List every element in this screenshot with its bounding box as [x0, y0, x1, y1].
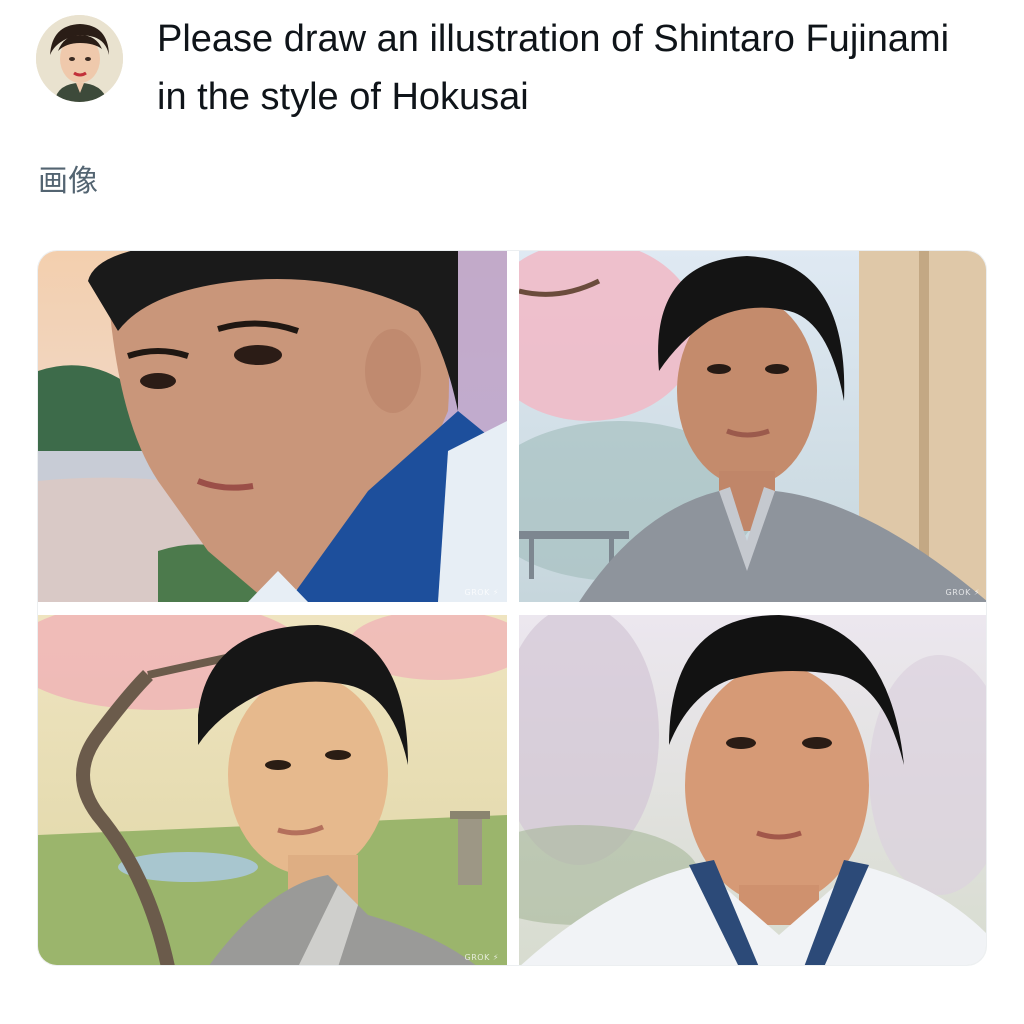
prompt-text: Please draw an illustration of Shintaro … [157, 18, 950, 118]
portrait-garden-image [38, 615, 507, 965]
watermark-label: GROK ⚡ [464, 588, 499, 597]
user-avatar[interactable] [36, 15, 123, 102]
generated-image-4[interactable] [519, 615, 986, 965]
post-container: Please draw an illustration of Shintaro … [0, 0, 1024, 1024]
section-label-images: 画像 [38, 164, 98, 199]
portrait-photo-image [519, 615, 986, 965]
portrait-cherry-blossom-image [519, 251, 986, 602]
watermark-label: GROK ⚡ [464, 953, 499, 962]
portrait-river-image [38, 251, 507, 602]
image-grid: GROK ⚡ GROK ⚡ GROK ⚡ [37, 250, 987, 966]
watermark-label: GROK ⚡ [945, 588, 980, 597]
generated-image-3[interactable]: GROK ⚡ [38, 615, 507, 965]
generated-image-2[interactable]: GROK ⚡ [519, 251, 986, 602]
portrait-icon [36, 15, 123, 102]
generated-image-1[interactable]: GROK ⚡ [38, 251, 507, 602]
